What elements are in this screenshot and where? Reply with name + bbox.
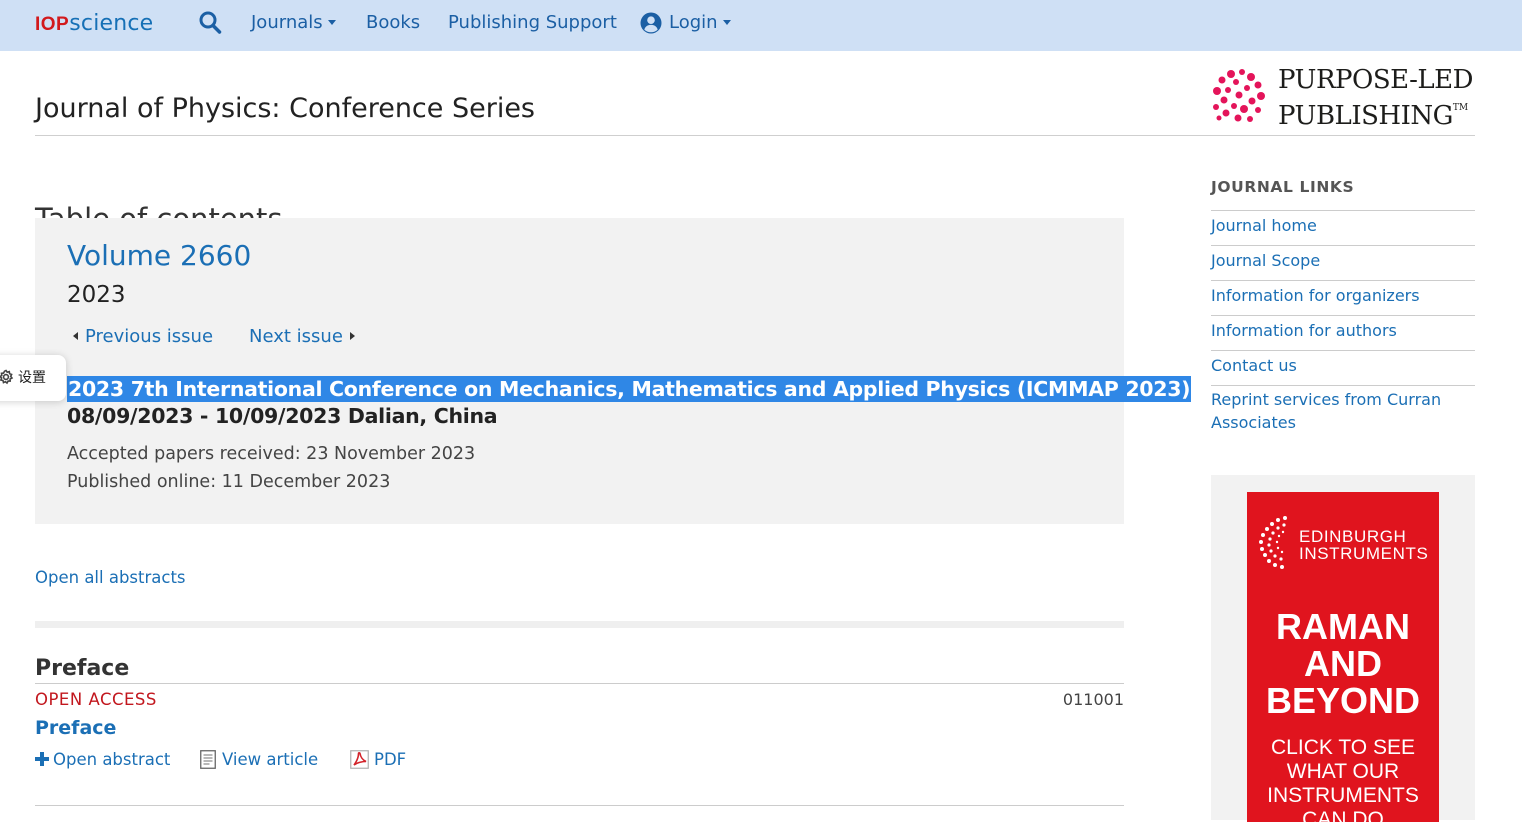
sidebar-link-information-for-authors[interactable]: Information for authors xyxy=(1211,315,1475,350)
sidebar-link-label: Journal home xyxy=(1211,216,1317,235)
edinburgh-instruments-ad[interactable]: EDINBURGH INSTRUMENTS RAMAN AND BEYOND CLIC… xyxy=(1247,492,1439,822)
nav-login-label: Login xyxy=(669,12,718,33)
article-title-link[interactable]: Preface xyxy=(35,716,116,740)
sidebar-link-label: Information for organizers xyxy=(1211,286,1420,305)
header-divider xyxy=(35,135,1475,136)
ad-headline-line1: RAMAN xyxy=(1276,606,1410,647)
ad-brand-name: EDINBURGH INSTRUMENTS xyxy=(1299,528,1428,562)
view-article-link[interactable]: View article xyxy=(200,749,318,771)
ad-cta-line1: CLICK TO SEE xyxy=(1271,736,1415,759)
search-icon[interactable] xyxy=(198,10,222,36)
next-issue-link[interactable]: Next issue xyxy=(249,326,355,348)
logo-science: science xyxy=(69,11,154,36)
accepted-date: Accepted papers received: 23 November 20… xyxy=(67,444,476,464)
pdf-label: PDF xyxy=(374,750,407,769)
nav-journals[interactable]: Journals xyxy=(251,12,336,34)
publisher-line2: PUBLISHING xyxy=(1278,101,1453,131)
open-abstract-button[interactable]: Open abstract xyxy=(35,749,170,771)
nav-publishing-support-label: Publishing Support xyxy=(448,12,617,33)
ad-cta-line3: INSTRUMENTS xyxy=(1267,784,1419,807)
pdf-icon xyxy=(350,750,369,769)
nav-publishing-support[interactable]: Publishing Support xyxy=(448,12,617,34)
sidebar-link-label: Information for authors xyxy=(1211,321,1397,340)
conference-dates: 08/09/2023 - 10/09/2023 Dalian, China xyxy=(67,404,498,428)
article-bottom-divider xyxy=(35,805,1124,806)
ad-call-to-action: CLICK TO SEE WHAT OUR INSTRUMENTS CAN DO xyxy=(1247,736,1439,822)
nav-journals-label: Journals xyxy=(251,12,323,33)
publisher-line1: PURPOSE-LED xyxy=(1278,65,1473,95)
sidebar-link-reprint-services[interactable]: Reprint services from Curran Associates xyxy=(1211,385,1475,442)
purpose-led-publishing-logo[interactable]: PURPOSE-LED PUBLISHINGTM xyxy=(1212,66,1474,130)
nav-books-label: Books xyxy=(366,12,421,33)
previous-issue-label: Previous issue xyxy=(85,326,214,347)
journal-links-list: Journal home Journal Scope Information f… xyxy=(1211,210,1475,442)
ad-cta-line2: WHAT OUR xyxy=(1286,760,1400,783)
sidebar-link-contact-us[interactable]: Contact us xyxy=(1211,350,1475,385)
sidebar-link-label: Journal Scope xyxy=(1211,251,1321,270)
top-navigation-bar: IOPscience Journals Books Publishing Sup… xyxy=(0,0,1522,51)
nav-login[interactable]: Login xyxy=(669,12,731,34)
ad-cta-line4: CAN DO xyxy=(1302,808,1384,822)
triangle-right-icon xyxy=(349,332,355,340)
next-issue-label: Next issue xyxy=(249,326,343,347)
iopscience-logo[interactable]: IOPscience xyxy=(35,9,153,39)
open-access-label: OPEN ACCESS xyxy=(35,690,157,709)
publisher-tm: TM xyxy=(1452,103,1469,113)
sidebar-link-label: Reprint services from Curran Associates xyxy=(1211,390,1442,432)
settings-label: 设置 xyxy=(18,370,46,386)
ad-headline-line3: BEYOND xyxy=(1265,680,1421,721)
issue-info-box: Volume 2660 2023 Previous issue Next iss… xyxy=(35,218,1192,524)
pdf-link[interactable]: PDF xyxy=(350,749,406,771)
edinburgh-instruments-logo-icon xyxy=(1259,516,1287,569)
published-date: Published online: 11 December 2023 xyxy=(67,472,391,492)
nav-books[interactable]: Books xyxy=(366,12,420,34)
open-abstract-label: Open abstract xyxy=(53,750,171,769)
article-divider xyxy=(35,683,1124,684)
sidebar-link-label: Contact us xyxy=(1211,356,1297,375)
chevron-down-icon xyxy=(327,20,336,25)
sidebar-link-information-for-organizers[interactable]: Information for organizers xyxy=(1211,280,1475,315)
previous-issue-link[interactable]: Previous issue xyxy=(73,326,213,348)
ad-headline-line2: AND xyxy=(1304,643,1382,684)
section-divider-bar xyxy=(35,621,1124,628)
chevron-down-icon xyxy=(722,20,731,25)
conference-name[interactable]: 2023 7th International Conference on Mec… xyxy=(67,376,1192,402)
document-icon xyxy=(200,750,216,769)
volume-link[interactable]: Volume 2660 xyxy=(67,238,251,274)
issue-year: 2023 xyxy=(67,282,126,308)
open-all-abstracts-link[interactable]: Open all abstracts xyxy=(35,567,186,589)
user-circle-icon[interactable] xyxy=(640,12,662,34)
logo-iop: IOP xyxy=(35,14,70,35)
plus-icon xyxy=(35,752,49,766)
purpose-led-publishing-mark-icon xyxy=(1213,69,1265,122)
view-article-label: View article xyxy=(222,750,319,769)
settings-widget[interactable]: 设置 xyxy=(0,355,66,401)
journal-links-heading: JOURNAL LINKS xyxy=(1211,178,1355,196)
article-number: 011001 xyxy=(1062,690,1124,709)
sidebar-link-journal-home[interactable]: Journal home xyxy=(1211,210,1475,245)
ad-headline: RAMAN AND BEYOND xyxy=(1247,608,1439,719)
sidebar-link-journal-scope[interactable]: Journal Scope xyxy=(1211,245,1475,280)
gear-icon xyxy=(0,369,14,385)
journal-title[interactable]: Journal of Physics: Conference Series xyxy=(35,91,535,127)
triangle-left-icon xyxy=(73,332,78,340)
publisher-wordmark: PURPOSE-LED PUBLISHINGTM xyxy=(1278,66,1473,130)
section-heading: Preface xyxy=(35,656,130,681)
ad-brand-line2: INSTRUMENTS xyxy=(1299,544,1429,563)
advertisement-frame: EDINBURGH INSTRUMENTS RAMAN AND BEYOND CLIC… xyxy=(1211,475,1475,822)
